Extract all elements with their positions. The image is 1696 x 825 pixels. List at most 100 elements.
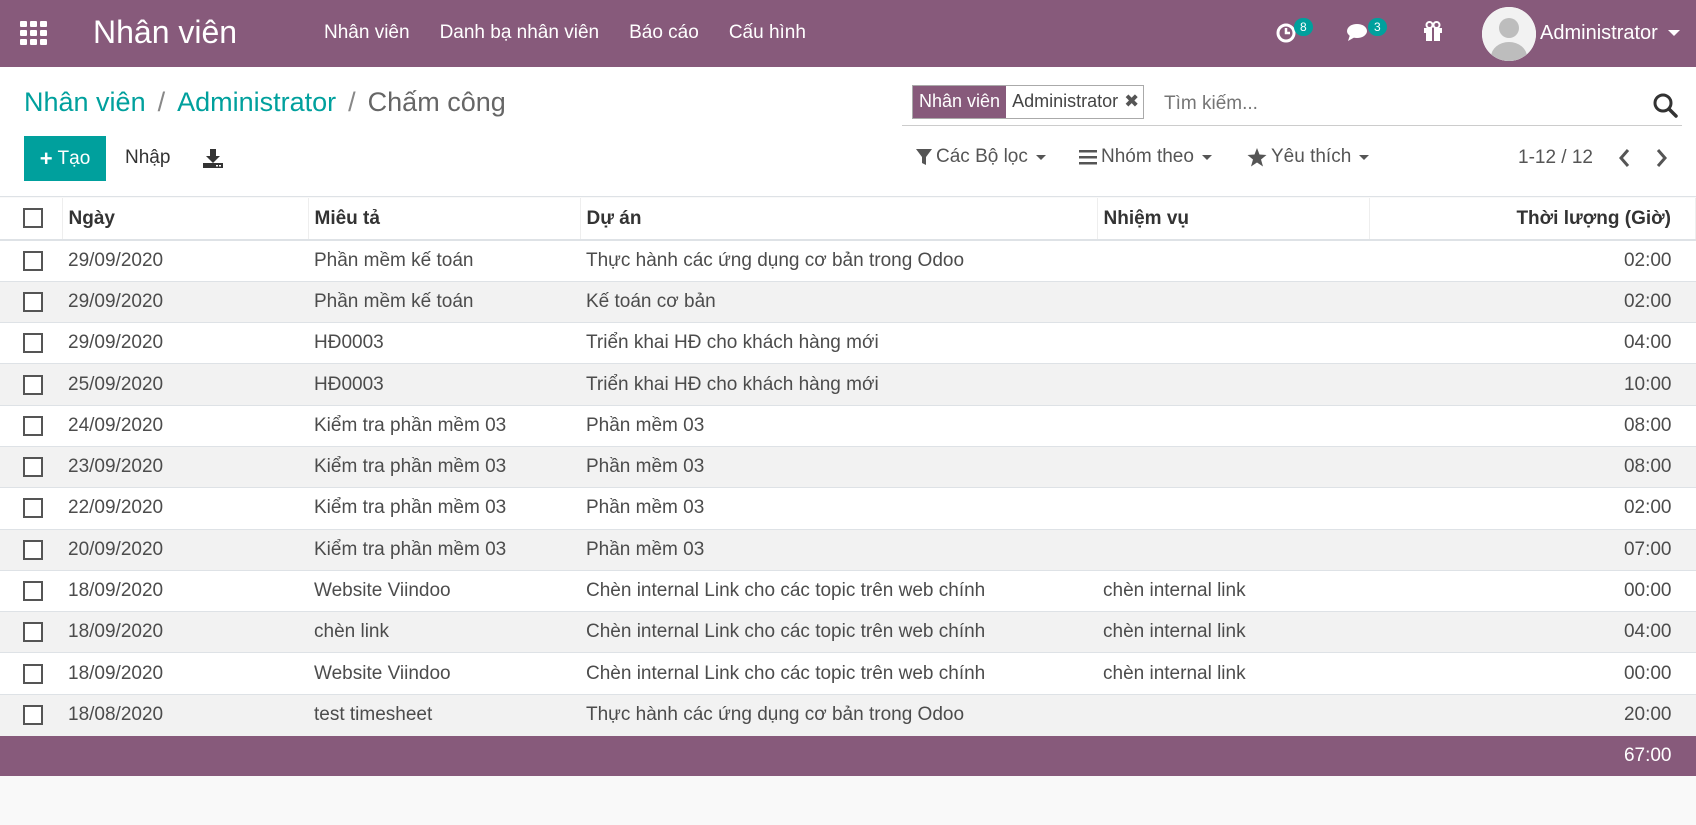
table-row[interactable]: 29/09/2020 Phần mềm kế toán Thực hành các … bbox=[0, 239, 1696, 282]
row-description: Phần mềm kế toán bbox=[308, 239, 580, 282]
row-select-cell bbox=[0, 693, 62, 736]
table-row[interactable]: 24/09/2020 Kiểm tra phần mềm 03 Phần mềm 0… bbox=[0, 404, 1696, 447]
menu-item-reports[interactable]: Báo cáo bbox=[629, 22, 699, 44]
import-button[interactable]: Nhập bbox=[125, 147, 170, 169]
table-row[interactable]: 29/09/2020 Phần mềm kế toán Kế toán cơ bản… bbox=[0, 280, 1696, 323]
breadcrumb-separator: / bbox=[157, 87, 166, 117]
row-task bbox=[1097, 280, 1369, 323]
table-row[interactable]: 25/09/2020 HĐ0003 Triển khai HĐ cho khách … bbox=[0, 363, 1696, 406]
table-row[interactable]: 20/09/2020 Kiểm tra phần mềm 03 Phần mềm 0… bbox=[0, 528, 1696, 571]
row-date: 29/09/2020 bbox=[62, 280, 308, 323]
search-facet: Nhân viên Administrator ✖ bbox=[912, 85, 1145, 119]
chevron-right-icon[interactable] bbox=[1654, 147, 1670, 169]
row-date: 25/09/2020 bbox=[62, 363, 308, 406]
row-duration: 02:00 bbox=[1369, 280, 1696, 323]
row-project: Chèn internal Link cho các topic trên we… bbox=[580, 652, 1097, 695]
caret-down-icon bbox=[1359, 154, 1370, 160]
row-date: 18/09/2020 bbox=[62, 569, 308, 612]
search-input[interactable] bbox=[1164, 90, 1604, 118]
row-checkbox[interactable] bbox=[23, 333, 43, 354]
row-description: HĐ0003 bbox=[308, 322, 580, 364]
row-checkbox[interactable] bbox=[23, 250, 43, 271]
row-checkbox[interactable] bbox=[23, 622, 43, 643]
menu-item-configuration[interactable]: Cấu hình bbox=[729, 22, 806, 44]
caret-down-icon bbox=[1201, 154, 1212, 160]
table-row[interactable]: 18/09/2020 chèn link Chèn internal Link ch… bbox=[0, 611, 1696, 653]
column-project[interactable]: Dự án bbox=[580, 198, 1098, 241]
row-date: 24/09/2020 bbox=[62, 404, 308, 447]
column-date[interactable]: Ngày bbox=[62, 198, 309, 241]
row-project: Phần mềm 03 bbox=[580, 404, 1097, 447]
row-checkbox[interactable] bbox=[23, 374, 43, 395]
table-row[interactable]: 22/09/2020 Kiểm tra phần mềm 03 Phần mềm 0… bbox=[0, 487, 1696, 530]
top-navbar: Nhân viên Nhân viên Danh bạ nhân viên Bá… bbox=[0, 0, 1696, 67]
facet-category: Nhân viên bbox=[913, 86, 1007, 118]
download-icon[interactable] bbox=[202, 147, 224, 169]
row-task bbox=[1097, 404, 1369, 447]
app-brand[interactable]: Nhân viên bbox=[93, 14, 237, 51]
row-select-cell bbox=[0, 569, 62, 612]
menu-item-directory[interactable]: Danh bạ nhân viên bbox=[440, 22, 600, 44]
facet-remove-icon[interactable]: ✖ bbox=[1124, 86, 1144, 118]
filters-label: Các Bộ lọc bbox=[936, 146, 1028, 167]
table-footer-row: 67:00 bbox=[0, 735, 1696, 776]
row-checkbox[interactable] bbox=[23, 498, 43, 519]
column-description[interactable]: Miêu tả bbox=[308, 198, 581, 241]
row-description: Kiểm tra phần mềm 03 bbox=[308, 404, 580, 447]
column-task[interactable]: Nhiệm vụ bbox=[1097, 198, 1370, 241]
breadcrumb-administrator[interactable]: Administrator bbox=[177, 87, 336, 118]
table-row[interactable]: 23/09/2020 Kiểm tra phần mềm 03 Phần mềm 0… bbox=[0, 445, 1696, 488]
gift-menu[interactable] bbox=[1422, 20, 1444, 46]
column-duration[interactable]: Thời lượng (Giờ) bbox=[1369, 198, 1696, 241]
breadcrumb: Nhân viên / Administrator / Chấm công bbox=[24, 87, 506, 118]
table-row[interactable]: 29/09/2020 HĐ0003 Triển khai HĐ cho khách … bbox=[0, 322, 1696, 364]
row-checkbox[interactable] bbox=[23, 457, 43, 478]
row-checkbox[interactable] bbox=[23, 581, 43, 601]
row-checkbox[interactable] bbox=[23, 291, 43, 312]
row-project: Phần mềm 03 bbox=[580, 528, 1097, 571]
favorites-dropdown[interactable]: Yêu thích bbox=[1247, 146, 1370, 168]
row-select-cell bbox=[0, 363, 62, 406]
row-duration: 08:00 bbox=[1369, 404, 1696, 447]
pager-value[interactable]: 1-12 / 12 bbox=[1518, 147, 1593, 169]
chevron-left-icon[interactable] bbox=[1616, 147, 1632, 169]
create-button[interactable]: + Tạo bbox=[24, 136, 106, 181]
row-date: 22/09/2020 bbox=[62, 487, 308, 530]
select-all-checkbox[interactable] bbox=[23, 208, 43, 229]
user-avatar[interactable] bbox=[1482, 7, 1536, 61]
user-name[interactable]: Administrator bbox=[1540, 22, 1658, 45]
row-description: Website Viindoo bbox=[308, 569, 580, 612]
table-row[interactable]: 18/09/2020 Website Viindoo Chèn internal L… bbox=[0, 652, 1696, 695]
row-select-cell bbox=[0, 611, 62, 653]
row-task bbox=[1097, 322, 1369, 364]
timesheet-table: Ngày Miêu tả Dự án Nhiệm vụ Thời lượng (… bbox=[0, 198, 1696, 776]
filter-icon bbox=[916, 149, 932, 165]
apps-menu-icon[interactable] bbox=[20, 21, 48, 45]
facet-value: Administrator bbox=[1006, 86, 1125, 118]
row-duration: 04:00 bbox=[1369, 611, 1696, 653]
search-icon[interactable] bbox=[1652, 92, 1678, 118]
row-task: chèn internal link bbox=[1097, 569, 1369, 612]
row-select-cell bbox=[0, 322, 62, 364]
row-checkbox[interactable] bbox=[23, 415, 43, 436]
messaging-menu[interactable]: 3 bbox=[1346, 18, 1387, 46]
activity-menu[interactable]: 8 bbox=[1276, 18, 1313, 46]
row-checkbox[interactable] bbox=[23, 539, 43, 560]
row-date: 29/09/2020 bbox=[62, 322, 308, 364]
row-date: 18/09/2020 bbox=[62, 611, 308, 653]
gift-icon bbox=[1424, 21, 1442, 41]
user-menu-caret-icon[interactable] bbox=[1668, 30, 1680, 36]
bars-icon bbox=[1079, 150, 1097, 165]
filters-dropdown[interactable]: Các Bộ lọc bbox=[916, 146, 1046, 168]
row-checkbox[interactable] bbox=[23, 705, 43, 726]
footer-spacer bbox=[0, 735, 1369, 776]
table-row[interactable]: 18/08/2020 test timesheet Thực hành các ứn… bbox=[0, 693, 1696, 736]
row-select-cell bbox=[0, 487, 62, 530]
table-row[interactable]: 18/09/2020 Website Viindoo Chèn internal L… bbox=[0, 569, 1696, 612]
row-duration: 02:00 bbox=[1369, 239, 1696, 282]
menu-item-employees[interactable]: Nhân viên bbox=[324, 22, 410, 44]
row-checkbox[interactable] bbox=[23, 663, 43, 684]
row-description: Kiểm tra phần mềm 03 bbox=[308, 487, 580, 530]
breadcrumb-employees[interactable]: Nhân viên bbox=[24, 87, 146, 118]
group-by-dropdown[interactable]: Nhóm theo bbox=[1079, 146, 1212, 168]
